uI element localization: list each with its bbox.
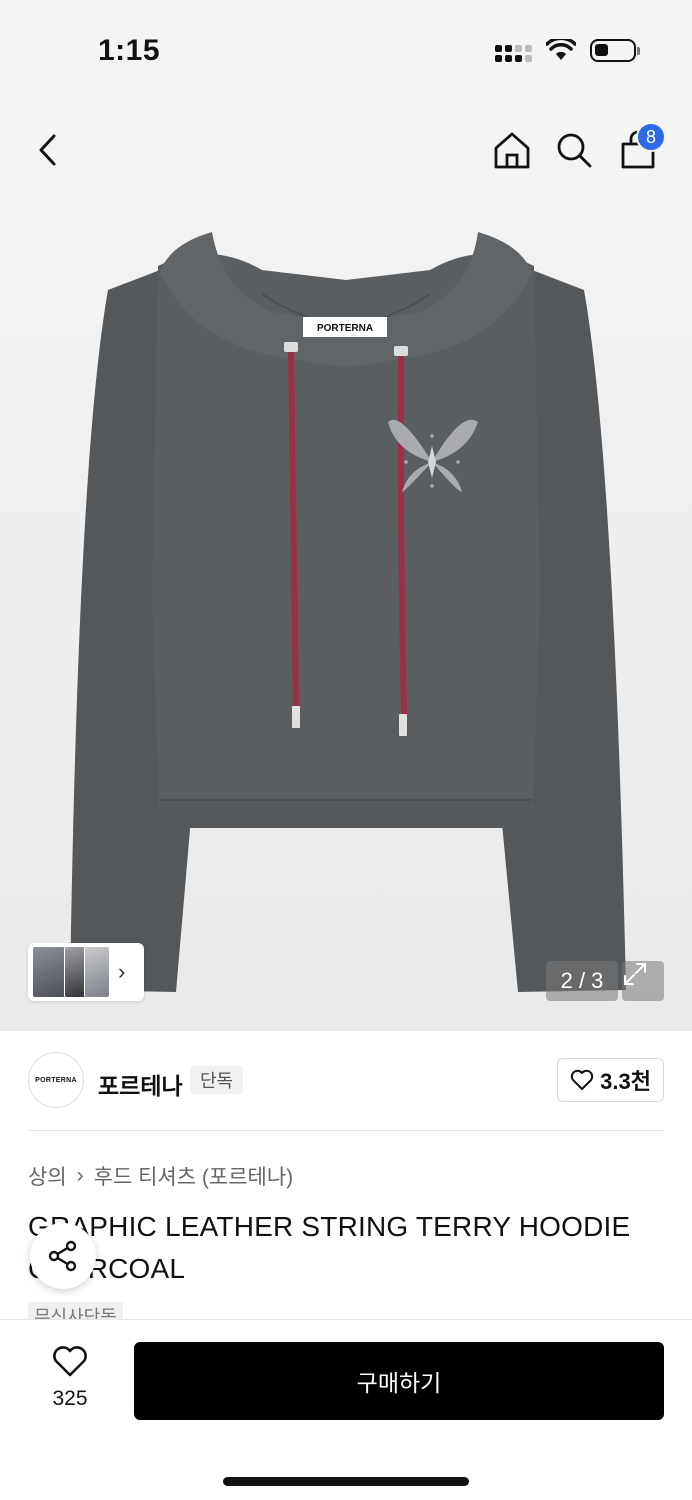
status-bar: 1:15 <box>0 0 692 100</box>
wifi-icon <box>546 39 576 60</box>
wishlist-button[interactable]: 325 <box>40 1346 100 1411</box>
expand-button[interactable] <box>622 961 664 1001</box>
status-icons <box>495 38 640 62</box>
back-button[interactable] <box>22 124 74 176</box>
breadcrumb-subcategory[interactable]: 후드 티셔츠 (포르테나) <box>94 1161 294 1191</box>
product-title: GRAPHIC LEATHER STRING TERRY HOODIE CHAR… <box>28 1211 631 1284</box>
breadcrumb-category[interactable]: 상의 <box>28 1161 67 1191</box>
thumbnail-next-icon[interactable]: › <box>118 959 125 985</box>
search-button[interactable] <box>548 124 600 176</box>
battery-icon <box>590 38 640 62</box>
heart-icon <box>570 1069 594 1090</box>
cellular-signal-icon <box>495 38 532 62</box>
buy-button[interactable]: 구매하기 <box>134 1342 664 1420</box>
exclusive-badge: 단독 <box>190 1066 244 1094</box>
breadcrumb: 상의 › 후드 티셔츠 (포르테나) <box>28 1161 293 1191</box>
thumbnail-strip[interactable]: › <box>28 943 144 1001</box>
garment-label-text: PORTERNA <box>317 323 373 334</box>
brand-logo[interactable]: PORTERNA <box>28 1052 84 1108</box>
cart-button[interactable]: 8 <box>612 122 666 176</box>
wishlist-count: 325 <box>52 1387 88 1410</box>
brand-like-count: 3.3천 <box>600 1069 651 1094</box>
product-image-carousel[interactable]: PORTERNA › 2 / 3 <box>0 200 692 1031</box>
brand-name[interactable]: 포르테나 <box>98 1067 183 1101</box>
home-indicator <box>223 1477 469 1486</box>
top-nav: 8 <box>0 100 692 200</box>
share-button[interactable] <box>30 1223 96 1289</box>
share-icon <box>48 1240 77 1272</box>
search-icon <box>557 133 592 168</box>
product-detail-screen: 1:15 8 PORTERNA › 2 / 3 PORTERNA 포르테나 단독… <box>0 0 692 1500</box>
cart-count-badge: 8 <box>636 122 666 152</box>
divider <box>28 1130 664 1131</box>
expand-icon <box>624 963 646 985</box>
home-icon <box>494 132 530 169</box>
breadcrumb-separator: › <box>76 1164 84 1187</box>
brand-like-button[interactable]: 3.3천 <box>557 1058 664 1102</box>
brand-row: PORTERNA 포르테나 단독 3.3천 <box>0 1031 692 1131</box>
product-image: PORTERNA <box>70 232 626 992</box>
status-time: 1:15 <box>98 34 161 67</box>
chevron-left-icon <box>39 134 56 166</box>
home-button[interactable] <box>486 124 538 176</box>
bottom-action-bar: 325 구매하기 <box>0 1319 692 1500</box>
heart-icon <box>53 1346 87 1377</box>
image-counter: 2 / 3 <box>546 961 618 1001</box>
thumbnail-image[interactable] <box>84 946 110 998</box>
